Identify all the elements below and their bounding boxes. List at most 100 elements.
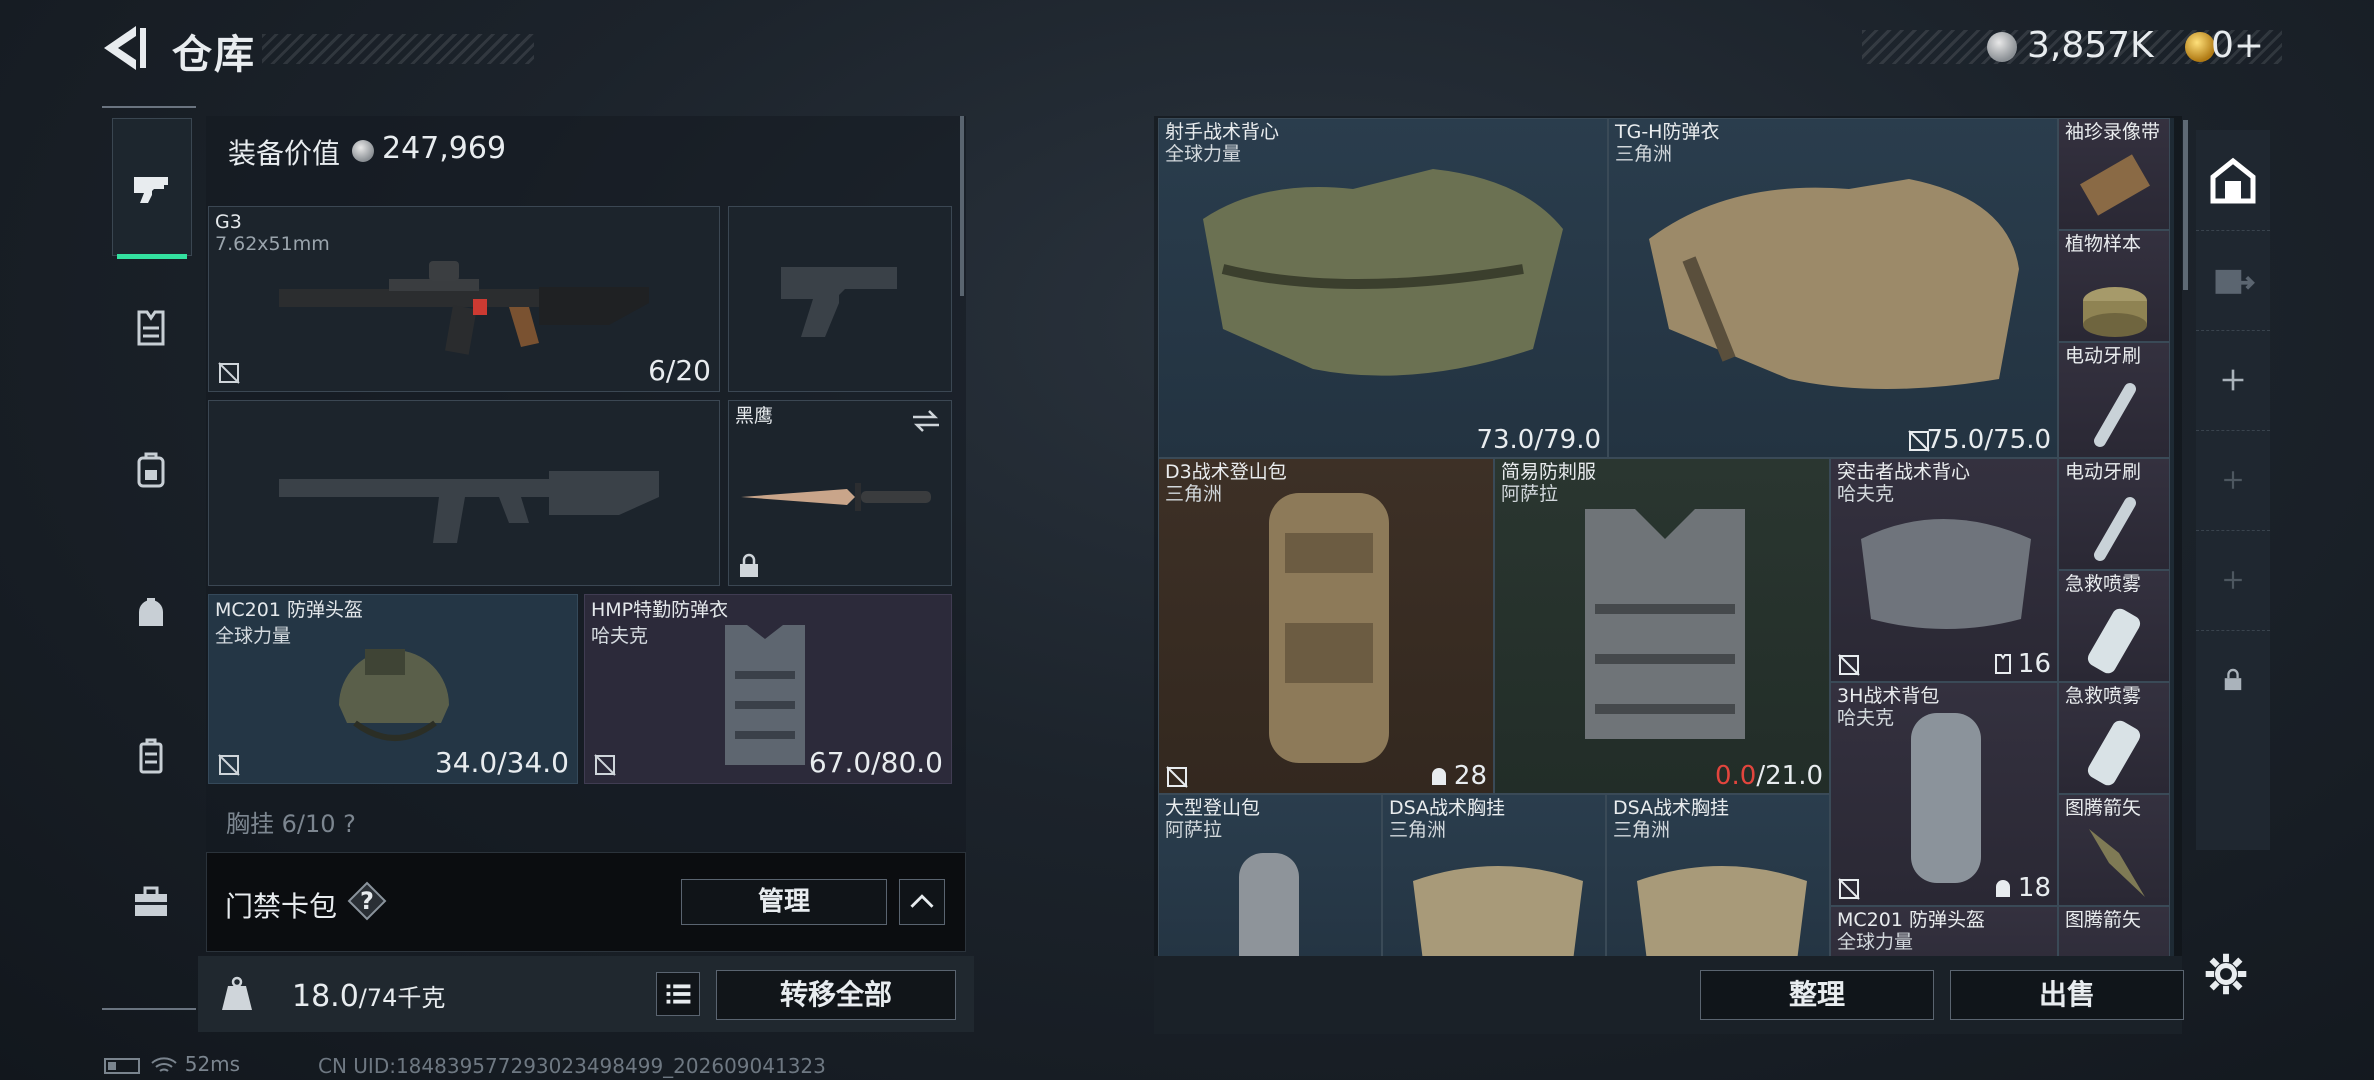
help-glyph: ?	[360, 887, 374, 915]
transfer-all-button[interactable]: 转移全部	[716, 970, 956, 1020]
item-durability: 75.0/75.0	[1926, 425, 2051, 455]
sidearm-slot[interactable]	[728, 206, 952, 392]
nav-toolbox[interactable]	[112, 858, 190, 946]
stash-item[interactable]: DSA战术胸挂 三角洲	[1382, 794, 1606, 956]
backpack-icon	[1269, 493, 1389, 763]
chest-rig-row[interactable]: 胸挂 6/10 ?	[206, 804, 954, 834]
item-name: 图腾箭矢	[2065, 909, 2142, 931]
access-card-label: 门禁卡包	[225, 890, 338, 923]
item-faction: 全球力量	[1837, 931, 1914, 953]
add-storage-button[interactable]	[2196, 530, 2270, 631]
stash-item[interactable]: 急救喷雾	[2058, 570, 2170, 682]
backpack-icon	[137, 452, 165, 488]
primary-weapon-slot[interactable]: G3 7.62x51mm 6/20	[208, 206, 720, 392]
coin-icon	[352, 140, 374, 162]
item-name: 袖珍录像带	[2065, 121, 2161, 143]
stash-item[interactable]: D3战术登山包 三角洲 28	[1158, 458, 1494, 794]
tab-warehouse[interactable]	[2196, 130, 2270, 231]
back-button[interactable]	[100, 22, 148, 74]
stash-item[interactable]: 射手战术背心 全球力量 73.0/79.0	[1158, 118, 1608, 458]
item-name: 急救喷雾	[2065, 573, 2142, 595]
stash-item[interactable]: DSA战术胸挂 三角洲	[1606, 794, 1830, 956]
plus-icon	[2224, 471, 2242, 489]
wifi-icon	[151, 1056, 178, 1072]
list-icon	[666, 984, 691, 1004]
vest-icon	[1203, 169, 1563, 376]
weapon-name: G3	[215, 211, 242, 233]
access-card-bar: 门禁卡包 ? 管理	[206, 852, 966, 952]
secondary-weapon-slot[interactable]	[208, 400, 720, 586]
item-name: 植物样本	[2065, 233, 2142, 255]
equipment-value-label: 装备价值	[228, 137, 341, 170]
swap-icon[interactable]	[911, 409, 941, 433]
item-durability: 73.0/79.0	[1476, 425, 1601, 455]
lock-icon	[2224, 668, 2242, 691]
item-capacity: 28	[1428, 761, 1487, 791]
equipment-value: 247,969	[382, 131, 507, 166]
equipment-scrollbar[interactable]	[960, 116, 964, 296]
nav-backpack[interactable]	[112, 426, 190, 514]
stash-item[interactable]: 简易防刺服 阿萨拉 0.0/21.0	[1494, 458, 1830, 794]
helmet-slot[interactable]: MC201 防弹头盔 全球力量 34.0/34.0	[208, 594, 578, 784]
stash-item[interactable]: 袖珍录像带	[2058, 118, 2170, 230]
ammo-count: 6/20	[648, 354, 711, 387]
tab-transfer[interactable]	[2196, 230, 2270, 331]
stash-item[interactable]: 3H战术背包 哈夫克 18	[1830, 682, 2058, 906]
weight-current: 18.0	[292, 979, 359, 1014]
list-view-button[interactable]	[656, 972, 700, 1016]
container-icon	[139, 738, 163, 774]
armor-slot[interactable]: HMP特勤防弹衣 哈夫克 67.0/80.0	[584, 594, 952, 784]
help-button[interactable]: ?	[347, 881, 387, 921]
melee-slot[interactable]: 黑鹰	[728, 400, 952, 586]
helmet-faction: 全球力量	[215, 625, 292, 647]
stash-item[interactable]: 植物样本	[2058, 230, 2170, 342]
no-insurance-icon	[1838, 878, 1860, 900]
totem-arrow-icon	[2089, 829, 2145, 897]
sort-button[interactable]: 整理	[1700, 970, 1934, 1020]
storage-tabs	[2196, 130, 2270, 850]
stash-item[interactable]: 突击者战术背心 哈夫克 16	[1830, 458, 2058, 682]
stash-scrollbar[interactable]	[2183, 120, 2188, 290]
rifle-placeholder-icon	[279, 471, 659, 543]
helmet-icon	[339, 649, 449, 741]
melee-name: 黑鹰	[735, 405, 774, 427]
battery-icon	[104, 1057, 140, 1074]
settings-button[interactable]	[2204, 952, 2256, 1004]
sell-button[interactable]: 出售	[1950, 970, 2184, 1020]
stash-item[interactable]: 图腾箭矢	[2058, 794, 2170, 906]
add-storage-button[interactable]	[2196, 430, 2270, 531]
plus-icon	[2222, 369, 2244, 391]
stash-item[interactable]: 大型登山包 阿萨拉	[1158, 794, 1382, 956]
item-name: 突击者战术背心	[1837, 461, 1971, 483]
item-name: DSA战术胸挂	[1613, 797, 1730, 819]
item-faction: 三角洲	[1389, 819, 1447, 841]
toolbox-icon	[135, 886, 167, 916]
add-storage-button[interactable]	[2196, 330, 2270, 431]
nav-armor[interactable]	[112, 284, 190, 372]
manage-button[interactable]: 管理	[681, 879, 887, 925]
no-insurance-icon	[1166, 766, 1188, 788]
hafu-coin-amount: 3,857K	[2027, 25, 2154, 66]
warehouse-icon	[2210, 157, 2256, 204]
nav-helmet-bag[interactable]	[112, 568, 190, 656]
plant-sample-icon	[2083, 287, 2147, 337]
stash-item[interactable]: 图腾箭矢	[2058, 906, 2170, 956]
weight-text: 18.0/74千克	[292, 978, 445, 1014]
rifle-icon	[279, 261, 649, 355]
premium-coin-amount[interactable]: 0+	[2211, 25, 2264, 66]
stash-item[interactable]: 电动牙刷	[2058, 342, 2170, 458]
stash-item[interactable]: 电动牙刷	[2058, 458, 2170, 570]
chest-rig-icon	[1413, 866, 1583, 956]
nav-weapons[interactable]	[112, 118, 192, 259]
durability-max: /21.0	[1756, 761, 1823, 791]
helmet-durability: 34.0/34.0	[434, 746, 569, 779]
stash-item[interactable]: MC201 防弹头盔 全球力量	[1830, 906, 2058, 956]
nav-case[interactable]	[112, 712, 190, 800]
locked-storage[interactable]	[2196, 630, 2270, 730]
stash-item[interactable]: TG-H防弹衣 三角洲 75.0/75.0	[1608, 118, 2058, 458]
stash-item[interactable]: 急救喷雾	[2058, 682, 2170, 794]
item-durability: 0.0/21.0	[1715, 761, 1823, 791]
collapse-button[interactable]	[899, 879, 945, 925]
item-name: 急救喷雾	[2065, 685, 2142, 707]
item-name: TG-H防弹衣	[1615, 121, 1720, 143]
